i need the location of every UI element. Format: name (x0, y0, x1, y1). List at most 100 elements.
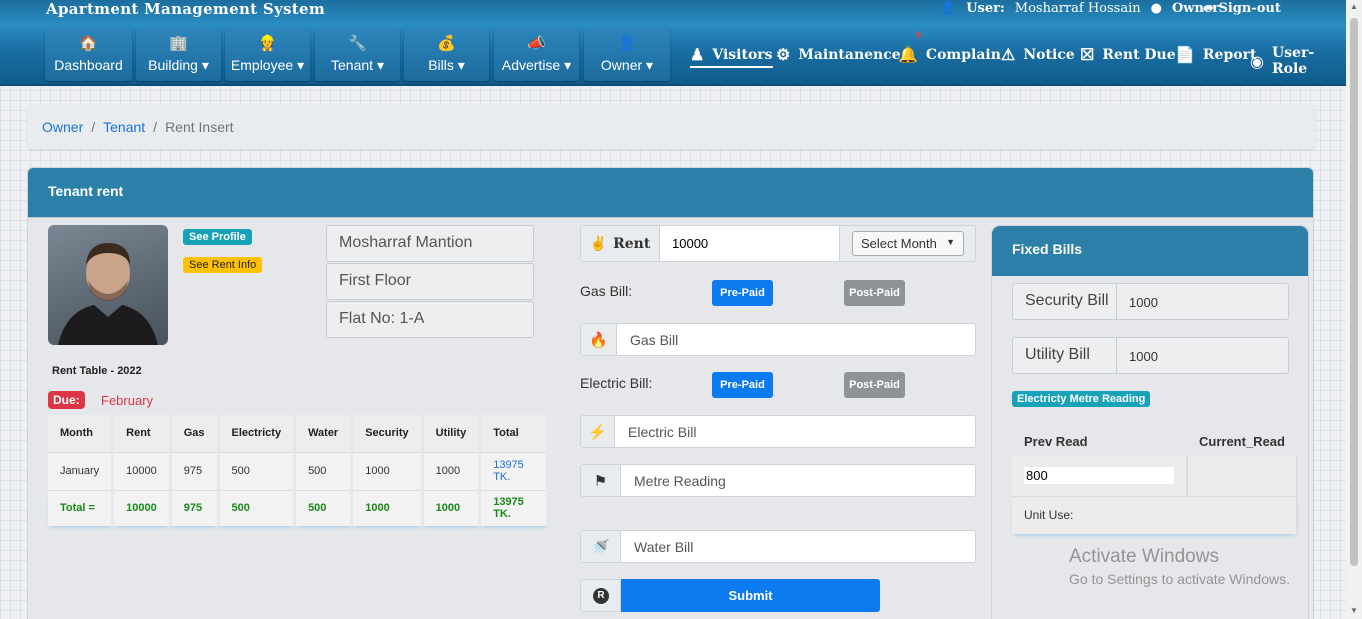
scroll-up-arrow-icon[interactable]: ▲ (1350, 2, 1358, 11)
dot-circle-icon: ◉ (1250, 51, 1264, 71)
nav-maintanence[interactable]: ⚙ Maintanence (776, 45, 901, 64)
cell-security: 1000 (351, 451, 424, 490)
close-square-icon: ☒ (1080, 45, 1095, 64)
rent-input[interactable] (660, 226, 840, 261)
rent-table: Month Rent Gas Electricty Water Security… (48, 415, 549, 526)
nav-owner-label: Owner (600, 57, 643, 73)
floor-name: First Floor (326, 263, 534, 300)
current-read-header: Current_Read (1199, 433, 1285, 449)
prev-read-cell (1012, 456, 1188, 496)
rent-table-header: Month Rent Gas Electricty Water Security… (48, 415, 549, 452)
nav-bills-label: Bills (428, 57, 454, 73)
water-bill-input[interactable]: Water Bill (634, 539, 693, 555)
utility-bill-field: Utility Bill 1000 (1012, 337, 1289, 374)
nav-visitors[interactable]: ♟ Visitors (690, 45, 773, 68)
tools-icon: 🔧 (348, 35, 367, 52)
gas-bill-field: 🔥 Gas Bill (580, 323, 976, 356)
due-month: February (101, 393, 154, 408)
month-select-label: Select Month (861, 236, 937, 251)
prev-read-input[interactable] (1024, 467, 1174, 485)
caret-down-icon: ▼ (946, 237, 955, 247)
electric-bill-label: Electric Bill: (580, 375, 653, 391)
breadcrumb-owner[interactable]: Owner (42, 119, 83, 135)
cell-water: 500 (294, 451, 354, 490)
nav-complain[interactable]: 🔔 Complain (898, 45, 1001, 64)
gas-bill-input[interactable]: Gas Bill (630, 332, 678, 348)
caret-down-icon: ▾ (564, 57, 572, 73)
due-badge: Due: (48, 391, 85, 409)
security-bill-label: Security Bill (1013, 284, 1117, 319)
breadcrumb-separator: / (91, 119, 96, 135)
meter-reading-input[interactable]: Metre Reading (634, 473, 726, 489)
bell-icon: 🔔 (898, 45, 918, 64)
total-gas: 975 (170, 489, 220, 526)
total-utility: 1000 (422, 489, 482, 526)
security-bill-value[interactable]: 1000 (1129, 295, 1158, 310)
nav-building[interactable]: 🏢 Building ▾ (136, 27, 221, 81)
submit-button[interactable]: Submit (621, 579, 880, 612)
utility-bill-label: Utility Bill (1013, 338, 1117, 373)
unit-use-label: Unit Use: (1012, 495, 1298, 534)
total-electricity: 500 (218, 489, 297, 526)
signout-link[interactable]: ➦ Sign-out (1203, 1, 1281, 16)
prev-read-header: Prev Read (1024, 433, 1088, 449)
nav-rent-due[interactable]: ☒ Rent Due (1080, 45, 1176, 64)
complain-count-badge: 0 (916, 30, 922, 40)
table-total-row: Total = 10000 975 500 500 1000 1000 1397… (48, 489, 549, 526)
see-rent-info-button[interactable]: See Rent Info (183, 257, 263, 273)
nav-user-role[interactable]: ◉ User-Role (1250, 45, 1346, 77)
rent-addon: ✌ Rent (581, 226, 660, 261)
nav-dashboard-label: Dashboard (54, 57, 123, 73)
current-read-cell[interactable] (1187, 456, 1298, 496)
breadcrumb-tenant[interactable]: Tenant (103, 119, 145, 135)
breadcrumb-current: Rent Insert (165, 119, 234, 135)
cell-electricity: 500 (218, 451, 297, 490)
walking-person-icon: ♟ (690, 45, 705, 64)
user-icon: 👤 (940, 1, 957, 16)
electric-bill-field: ⚡ Electric Bill (580, 415, 976, 448)
caret-down-icon: ▾ (376, 57, 384, 73)
nav-bills[interactable]: 💰 Bills ▾ (404, 27, 489, 81)
see-profile-button[interactable]: See Profile (183, 229, 252, 245)
building-icon: 🏢 (169, 35, 188, 52)
vertical-scrollbar[interactable]: ▲ ▼ (1346, 0, 1362, 619)
top-navbar: Apartment Management System 👤 User: Mosh… (0, 0, 1346, 86)
nav-report[interactable]: 📄 Report (1175, 45, 1256, 64)
nav-notice[interactable]: ⚠ Notice (1001, 45, 1075, 64)
scroll-down-arrow-icon[interactable]: ▼ (1350, 606, 1358, 615)
nav-employee-label: Employee (230, 57, 294, 73)
nav-dashboard[interactable]: 🏠 Dashboard (45, 27, 132, 81)
caret-down-icon: ▾ (201, 57, 209, 73)
user-info: 👤 User: Mosharraf Hossain ● Owner (940, 1, 1219, 16)
scrollbar-thumb[interactable] (1350, 18, 1358, 566)
gas-postpaid-button[interactable]: Post-Paid (844, 280, 905, 306)
nav-advertise[interactable]: 📣 Advertise ▾ (494, 27, 579, 81)
electric-postpaid-button[interactable]: Post-Paid (844, 372, 905, 398)
nav-owner[interactable]: 👤 Owner ▾ (584, 27, 670, 81)
table-row: January 10000 975 500 500 1000 1000 1397… (48, 451, 549, 490)
nav-tenant[interactable]: 🔧 Tenant ▾ (315, 27, 400, 81)
col-utility: Utility (422, 415, 482, 452)
col-water: Water (294, 415, 354, 452)
meter-reading-badge: Electricty Metre Reading (1012, 391, 1151, 407)
col-gas: Gas (170, 415, 220, 452)
building-name: Mosharraf Mantion (326, 225, 534, 262)
utility-bill-value[interactable]: 1000 (1129, 349, 1158, 364)
nav-employee[interactable]: 👷 Employee ▾ (225, 27, 310, 81)
fixed-bills-title: Fixed Bills (992, 226, 1308, 276)
caret-down-icon: ▾ (297, 57, 305, 73)
cell-total-link[interactable]: 13975 TK. (479, 451, 549, 490)
electric-prepaid-button[interactable]: Pre-Paid (712, 372, 773, 398)
rent-label: Rent (613, 235, 651, 252)
month-select[interactable]: Select Month ▼ (852, 231, 964, 256)
nav-visitors-label: Visitors (712, 46, 773, 63)
rent-row: ✌ Rent Select Month ▼ (580, 225, 976, 262)
electric-bill-input[interactable]: Electric Bill (628, 424, 696, 440)
col-electricity: Electricty (218, 415, 297, 452)
signout-label: Sign-out (1218, 1, 1281, 16)
gas-prepaid-button[interactable]: Pre-Paid (712, 280, 773, 306)
activate-windows-title: Activate Windows (1069, 546, 1219, 567)
rent-table-title: Rent Table - 2022 (52, 365, 142, 377)
cell-rent: 10000 (112, 451, 172, 490)
col-total: Total (479, 415, 549, 452)
